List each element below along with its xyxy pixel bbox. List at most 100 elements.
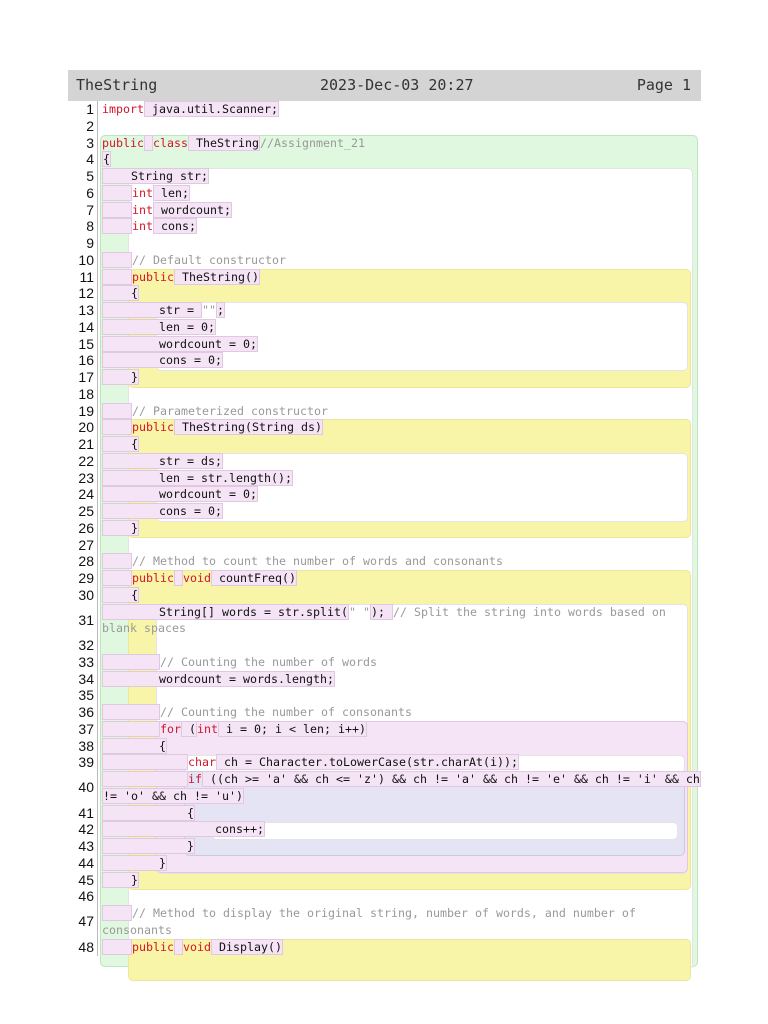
code-text: wordcount = 0;: [102, 335, 258, 353]
line-number: 31: [78, 611, 94, 628]
comment-token: // Method to count the number of words a…: [132, 554, 503, 569]
line-number: 18: [78, 385, 94, 402]
code-text: // Method to count the number of words a…: [102, 553, 503, 570]
line-number: 41: [78, 804, 94, 821]
code-token: wordcount = words.length;: [102, 670, 335, 687]
keyword-token: public: [132, 420, 174, 435]
line-number: 26: [78, 519, 94, 536]
code-text: if ((ch >= 'a' && ch <= 'z') && ch != 'a…: [102, 771, 701, 788]
code-token: [102, 771, 188, 787]
code-token: {: [102, 804, 195, 821]
code-token: [174, 938, 183, 955]
code-text: // Default constructor: [102, 251, 286, 269]
code-token: [102, 218, 132, 235]
keyword-token: int: [132, 202, 153, 217]
code-token: String[] words = str.split(: [102, 603, 349, 620]
code-token: [102, 704, 160, 720]
keyword-token: int: [132, 185, 153, 200]
code-listing: 1 import java.util.Scanner; 2 3 public class…: [0, 101, 768, 981]
code-token: [102, 268, 132, 285]
keyword-token: import: [102, 102, 144, 116]
code-token: ((ch >= 'a' && ch <= 'z') && ch != 'a' &…: [202, 771, 701, 787]
code-text: {: [102, 285, 139, 302]
code-token: len;: [153, 184, 190, 201]
code-token: countFreq(): [211, 570, 297, 586]
code-token: java.util.Scanner;: [144, 101, 279, 117]
keyword-token: void: [183, 939, 211, 954]
code-text: int cons;: [102, 218, 197, 235]
code-token: {: [102, 737, 167, 754]
code-text: blank spaces: [102, 620, 186, 637]
comment-token: //Assignment_21: [260, 135, 365, 150]
code-text: String str;: [102, 168, 209, 185]
comment-token: // Parameterized constructor: [132, 403, 328, 418]
code-text: wordcount = 0;: [102, 486, 258, 503]
comment-token: // Counting the number of words: [160, 654, 377, 669]
line-number: 11: [79, 268, 94, 285]
line-number: 16: [78, 352, 94, 369]
code-token: }: [102, 838, 195, 854]
code-text: // Method to display the original string…: [102, 905, 636, 922]
page-header: TheString 2023-Dec-03 20:27 Page 1: [68, 70, 701, 101]
code-token: str =: [102, 302, 202, 318]
code-token: }: [102, 519, 139, 536]
code-token: [102, 905, 132, 921]
code-token: Display(): [211, 938, 283, 955]
code-token: }: [102, 369, 139, 385]
line-number: 24: [78, 486, 94, 503]
line-number: 37: [78, 720, 94, 737]
line-number: 12: [78, 285, 94, 302]
line-number: 29: [78, 570, 94, 586]
line-number: 17: [78, 369, 94, 385]
line-number: 36: [78, 704, 94, 720]
code-token: wordcount = 0;: [102, 335, 258, 352]
code-token: cons++;: [102, 821, 265, 838]
line-number: 20: [78, 419, 94, 436]
comment-token: consonants: [102, 922, 172, 937]
code-text: consonants: [102, 922, 172, 939]
code-text: public TheString(String ds): [102, 419, 323, 436]
keyword-token: public: [132, 269, 174, 284]
line-number: 13: [78, 302, 94, 318]
line-number: 44: [78, 854, 94, 871]
code-token: (: [181, 720, 197, 737]
code-token: [102, 419, 132, 436]
line-number: 42: [78, 821, 94, 838]
code-token: [102, 201, 132, 218]
keyword-token: char: [188, 755, 216, 770]
code-text: public class TheString//Assignment_21: [102, 134, 365, 152]
code-token: {: [102, 151, 111, 168]
code-token: cons = 0;: [102, 503, 223, 519]
line-number: 3: [86, 134, 94, 151]
code-token: cons;: [153, 218, 197, 235]
string-token: " ": [348, 604, 370, 619]
code-token: TheString(): [174, 268, 260, 285]
line-number: 38: [78, 737, 94, 754]
code-text: wordcount = words.length;: [102, 670, 335, 688]
code-text: // Counting the number of words: [102, 653, 377, 671]
code-text: import java.util.Scanner;: [102, 101, 279, 118]
code-token: [174, 570, 183, 586]
line-number: 46: [78, 888, 94, 905]
code-token: ch = Character.toLowerCase(str.charAt(i)…: [216, 754, 519, 771]
page-number: Page 1: [636, 76, 691, 94]
code-token: len = 0;: [102, 318, 216, 335]
keyword-token: public: [102, 135, 144, 150]
code-text: }: [102, 871, 139, 889]
code-text: len = str.length();: [102, 469, 293, 487]
code-token: [102, 251, 132, 268]
code-token: [102, 570, 132, 586]
keyword-token: public: [132, 939, 174, 954]
comment-token: // Default constructor: [132, 252, 286, 267]
code-token: {: [102, 436, 139, 452]
code-token: {: [102, 586, 139, 603]
code-text: }: [102, 369, 139, 386]
code-token: [144, 134, 153, 151]
code-token: ;: [215, 302, 225, 318]
code-token: {: [102, 285, 139, 302]
code-token: [102, 720, 160, 737]
code-token: [102, 653, 160, 670]
code-token: len = str.length();: [102, 469, 293, 486]
code-token: i = 0; i < len; i++): [218, 720, 367, 737]
keyword-token: int: [132, 219, 153, 234]
